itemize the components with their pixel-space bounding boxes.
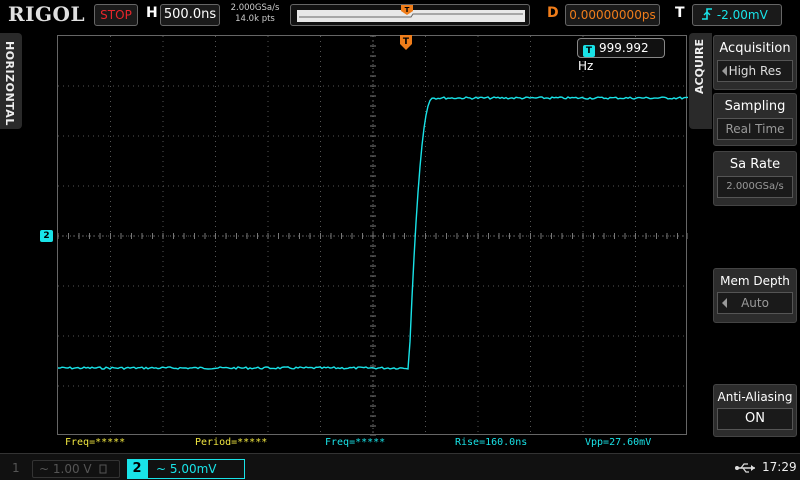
delay-label: D [547,5,559,21]
trigger-label: T [675,5,685,21]
menu-sa-rate-title: Sa Rate [729,157,781,172]
usb-icon [735,463,755,473]
rotary-knob-arrow-icon [722,66,727,76]
graticule [57,35,689,437]
measurement-item: Freq=***** [65,437,126,448]
sample-rate: 2.000GSa/s [230,3,280,13]
channel1-number: 1 [12,461,20,475]
top-status-bar: RIGOL STOP H 500.0ns 2.000GSa/s 14.0k pt… [0,0,800,30]
horizontal-tab-label: HORIZONTAL [3,41,16,126]
measurement-item: Vpp=27.60mV [585,437,652,448]
timebase-value[interactable]: 500.0ns [160,4,220,26]
system-clock: 17:29 [762,460,797,474]
run-stop-status[interactable]: STOP [94,4,138,26]
menu-acquisition[interactable]: Acquisition High Res [713,35,797,90]
rising-edge-icon [702,8,712,20]
menu-acquisition-value-box: High Res [717,60,793,82]
menu-mem-depth-value-box: Auto [717,292,793,314]
channel2-scale: ~ 5.00mV [147,459,245,479]
menu-sa-rate[interactable]: Sa Rate 2.000GSa/s [713,151,797,206]
delay-value[interactable]: 0.00000000ps [565,4,660,26]
trigger-level-value: -2.00mV [716,8,768,22]
channel1-scale: ~ 1.00 V [39,462,92,476]
svg-text:T: T [405,6,410,14]
channel1-scale-box: ~ 1.00 V [32,460,120,478]
menu-anti-aliasing-title: Anti-Aliasing [717,390,793,404]
rotary-knob-arrow-icon [722,298,727,308]
horizontal-label: H [146,5,158,21]
menu-sampling-value: Real Time [717,118,793,140]
channel2-offset-marker[interactable]: 2 [40,230,53,242]
menu-anti-aliasing-value: ON [717,408,793,430]
frequency-counter: T 999.992 Hz [577,38,665,73]
menu-mem-depth-value: Auto [741,296,769,310]
trigger-icon: T [583,45,595,57]
measurement-item: Period=***** [195,437,268,448]
acquire-menu-tab[interactable]: ACQUIRE [689,33,712,129]
menu-sampling[interactable]: Sampling Real Time [713,93,797,146]
menu-anti-aliasing[interactable]: Anti-Aliasing ON [713,384,797,437]
memory-overview-bar[interactable]: T [290,4,530,26]
menu-mem-depth-title: Mem Depth [720,274,790,288]
channel1-status[interactable]: 1 ~ 1.00 V [8,459,123,479]
menu-sampling-title: Sampling [724,99,786,114]
trigger-level[interactable]: -2.00mV [692,4,782,26]
battery-icon [99,464,107,474]
svg-text:T: T [403,37,410,47]
menu-sa-rate-value: 2.000GSa/s [717,176,793,198]
trigger-position-marker[interactable]: T [399,34,413,56]
menu-mem-depth[interactable]: Mem Depth Auto [713,268,797,323]
measurement-item: Freq=***** [325,437,386,448]
waveform-display[interactable] [57,35,689,437]
sample-info: 2.000GSa/s 14.0k pts [224,3,286,25]
trigger-marker-icon: T [400,35,412,50]
acquire-menu-tab-label: ACQUIRE [693,39,706,94]
channel2-status[interactable]: 2 ~ 5.00mV [127,459,245,479]
menu-acquisition-title: Acquisition [719,41,791,56]
memory-points: 14.0k pts [235,14,275,24]
bottom-status-bar: 1 ~ 1.00 V 2 ~ 5.00mV 17:29 [0,453,800,480]
memory-waveform-overview: T [297,5,525,22]
menu-acquisition-value: High Res [728,64,782,78]
horizontal-tab[interactable]: HORIZONTAL [0,33,22,129]
measurement-item: Rise=160.0ns [455,437,528,448]
channel2-number: 2 [127,459,147,479]
brand-logo: RIGOL [8,2,86,26]
